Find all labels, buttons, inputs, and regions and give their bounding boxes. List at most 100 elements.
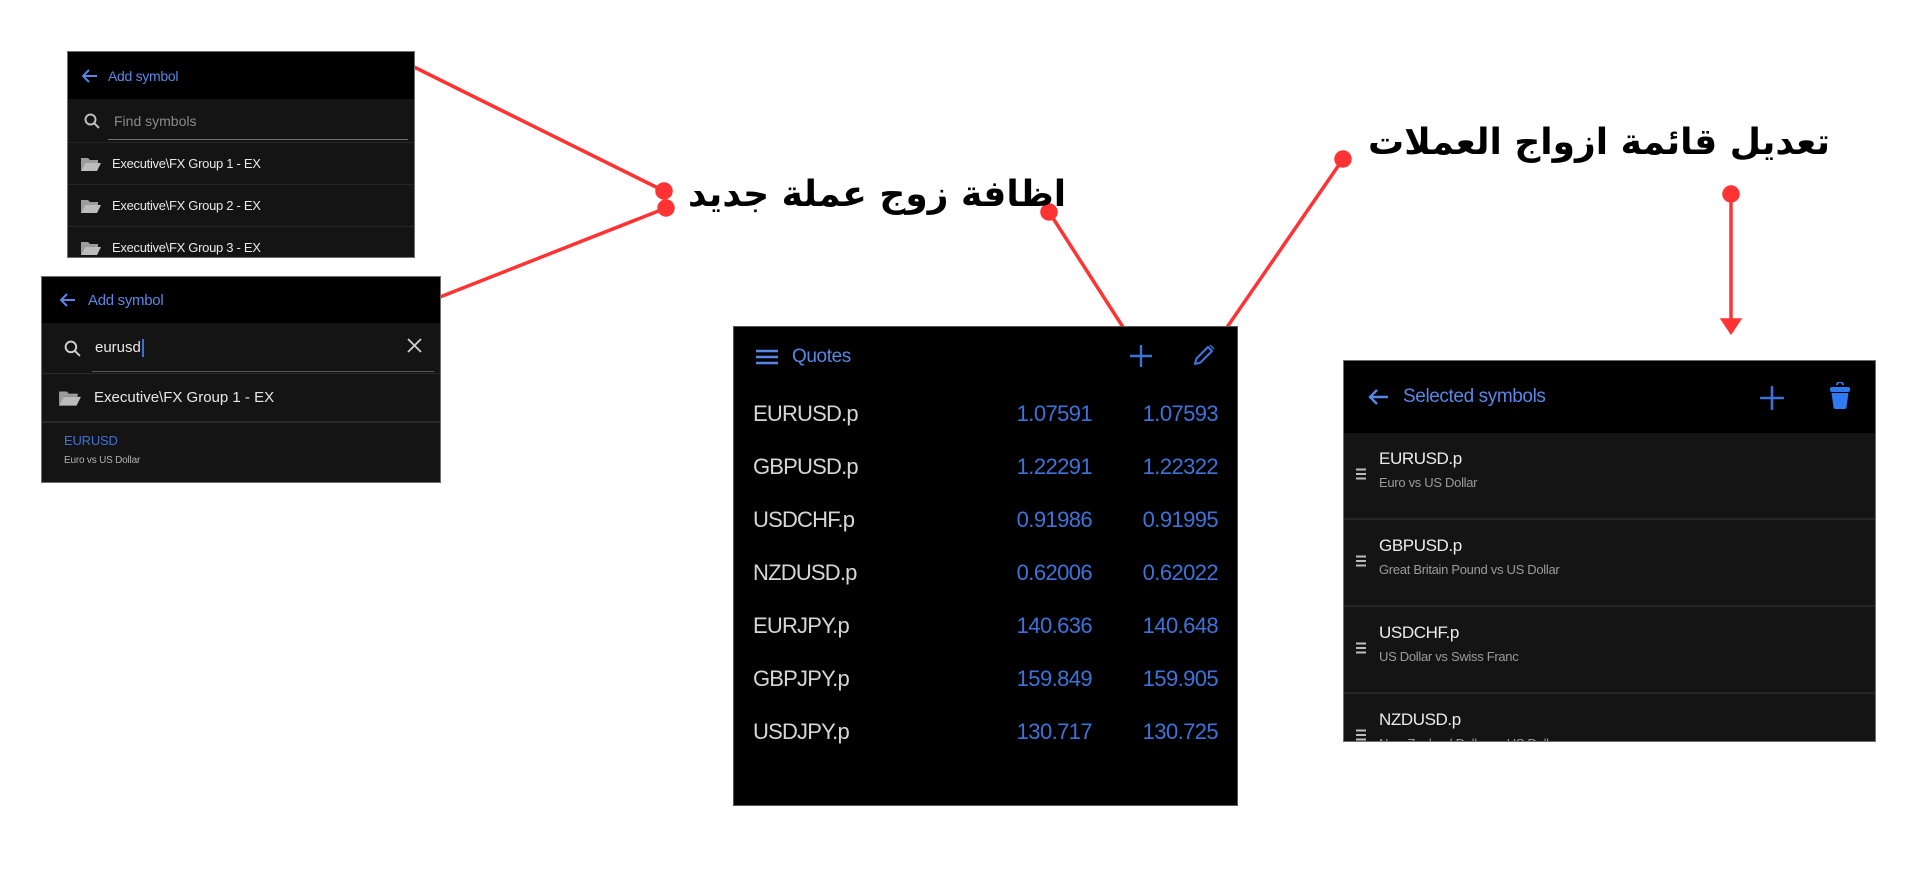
quote-bid: 0.62006	[1016, 559, 1093, 585]
arrow-left-icon[interactable]	[82, 68, 98, 83]
quote-row[interactable]: USDCHF.p 0.91986 0.91995	[734, 493, 1237, 546]
result-symbol: EURUSD	[64, 433, 118, 448]
quote-row[interactable]: EURJPY.p 140.636 140.648	[734, 599, 1237, 652]
connector-dot	[1722, 185, 1740, 203]
quotes-list: EURUSD.p 1.07591 1.07593 GBPUSD.p 1.22291 1.…	[734, 387, 1237, 758]
arrowhead	[1719, 318, 1743, 336]
result-description: Euro vs US Dollar	[64, 455, 141, 466]
quote-row[interactable]: EURUSD.p 1.07591 1.07593	[734, 387, 1237, 440]
quote-row[interactable]: USDJPY.p 130.717 130.725	[734, 705, 1237, 758]
search-icon	[64, 340, 81, 357]
search-input[interactable]: eurusd	[95, 338, 144, 358]
quote-symbol: EURUSD.p	[753, 400, 859, 426]
add-symbol-browse-panel: Add symbol Find symbols Executive\FX Gro…	[67, 51, 415, 258]
quote-ask: 130.725	[1142, 718, 1219, 744]
search-field[interactable]: Find symbols	[68, 99, 414, 142]
search-placeholder: Find symbols	[114, 112, 197, 129]
quote-symbol: GBPJPY.p	[753, 665, 850, 691]
item-symbol: USDCHF.p	[1379, 623, 1459, 642]
drag-handle-icon[interactable]	[1356, 555, 1366, 567]
drag-handle-icon[interactable]	[1356, 642, 1366, 654]
quote-bid: 1.07591	[1016, 400, 1093, 426]
item-description: US Dollar vs Swiss Franc	[1379, 649, 1519, 664]
plus-icon[interactable]	[1129, 344, 1153, 368]
search-field[interactable]: eurusd	[42, 323, 440, 373]
header-bar: Add symbol	[42, 277, 440, 323]
folder-item[interactable]: Executive\FX Group 1 - EX	[68, 142, 414, 184]
panel-title: Selected symbols	[1403, 386, 1546, 407]
quote-symbol: EURJPY.p	[753, 612, 850, 638]
text-caret	[141, 339, 144, 358]
quote-ask: 159.905	[1142, 665, 1219, 691]
trash-icon[interactable]	[1829, 382, 1851, 410]
quote-symbol: USDJPY.p	[753, 718, 850, 744]
arrow-left-icon[interactable]	[60, 293, 76, 307]
selected-symbols-panel: Selected symbols EURUSD.p Euro vs US Dol…	[1343, 360, 1876, 742]
header-bar: Selected symbols	[1344, 361, 1875, 433]
folder-open-icon	[80, 240, 102, 256]
folder-label: Executive\FX Group 3 - EX	[112, 240, 261, 255]
connector-add-browse	[413, 65, 665, 193]
panel-title: Add symbol	[108, 67, 179, 84]
search-icon	[84, 113, 100, 129]
item-description: Great Britain Pound vs US Dollar	[1379, 562, 1560, 577]
quote-bid: 0.91986	[1016, 506, 1093, 532]
quote-ask: 1.07593	[1142, 400, 1219, 426]
panel-title: Quotes	[792, 346, 851, 367]
selected-symbol-item[interactable]: USDCHF.p US Dollar vs Swiss Franc	[1344, 607, 1875, 694]
drag-handle-icon[interactable]	[1356, 729, 1366, 741]
folder-label: Executive\FX Group 1 - EX	[94, 389, 275, 406]
item-symbol: NZDUSD.p	[1379, 710, 1461, 729]
connector-dot	[655, 182, 673, 200]
header-bar: Add symbol	[68, 52, 414, 99]
quote-symbol: NZDUSD.p	[753, 559, 857, 585]
selected-symbol-item[interactable]: GBPUSD.p Great Britain Pound vs US Dolla…	[1344, 520, 1875, 607]
plus-icon[interactable]	[1759, 385, 1785, 411]
annotation-add-pair: اظافة زوج عملة جديد	[688, 174, 1067, 215]
quote-bid: 140.636	[1016, 612, 1093, 638]
close-icon[interactable]	[407, 338, 422, 353]
panel-title: Add symbol	[88, 291, 164, 309]
hamburger-menu-icon[interactable]	[756, 349, 778, 365]
annotation-edit-list: تعديل قائمة ازواج العملات	[1368, 122, 1831, 163]
quote-ask: 140.648	[1142, 612, 1219, 638]
item-description: New Zealand Dollar vs US Dollar	[1379, 736, 1560, 741]
quote-ask: 0.62022	[1142, 559, 1219, 585]
connector-plus	[1047, 211, 1132, 339]
connector-add-search	[439, 206, 667, 299]
connector-dot	[1334, 150, 1352, 168]
drag-handle-icon[interactable]	[1356, 468, 1366, 480]
selected-symbol-item[interactable]: EURUSD.p Euro vs US Dollar	[1344, 433, 1875, 520]
connector-dot	[657, 199, 675, 217]
item-symbol: GBPUSD.p	[1379, 536, 1462, 555]
header-bar: Quotes	[734, 327, 1237, 387]
search-result-item[interactable]: EURUSD Euro vs US Dollar	[42, 421, 440, 482]
quote-bid: 130.717	[1016, 718, 1093, 744]
quote-bid: 1.22291	[1016, 453, 1093, 479]
folder-open-icon	[80, 198, 102, 214]
quote-row[interactable]: NZDUSD.p 0.62006 0.62022	[734, 546, 1237, 599]
folder-open-icon	[80, 156, 102, 172]
folder-item[interactable]: Executive\FX Group 2 - EX	[68, 184, 414, 226]
selected-symbol-item[interactable]: NZDUSD.p New Zealand Dollar vs US Dollar	[1344, 694, 1875, 741]
quote-symbol: USDCHF.p	[753, 506, 855, 532]
pencil-icon[interactable]	[1192, 343, 1216, 367]
quote-ask: 1.22322	[1142, 453, 1219, 479]
add-symbol-search-panel: Add symbol eurusd Executive\FX Group 1 -…	[41, 276, 441, 483]
folder-label: Executive\FX Group 2 - EX	[112, 198, 261, 213]
search-underline	[92, 371, 434, 372]
quote-row[interactable]: GBPJPY.p 159.849 159.905	[734, 652, 1237, 705]
quote-ask: 0.91995	[1142, 506, 1219, 532]
quotes-panel: Quotes EURUSD.p 1.07591 1.07593 GBPUSD.p 1.…	[733, 326, 1238, 806]
arrow-left-icon[interactable]	[1367, 388, 1389, 406]
folder-item[interactable]: Executive\FX Group 3 - EX	[68, 226, 414, 257]
item-description: Euro vs US Dollar	[1379, 475, 1478, 490]
folder-item[interactable]: Executive\FX Group 1 - EX	[42, 373, 440, 421]
search-underline	[108, 139, 408, 140]
folder-label: Executive\FX Group 1 - EX	[112, 156, 261, 171]
search-value: eurusd	[95, 338, 141, 356]
quote-symbol: GBPUSD.p	[753, 453, 859, 479]
folder-open-icon	[58, 389, 82, 407]
quote-row[interactable]: GBPUSD.p 1.22291 1.22322	[734, 440, 1237, 493]
quote-bid: 159.849	[1016, 665, 1093, 691]
